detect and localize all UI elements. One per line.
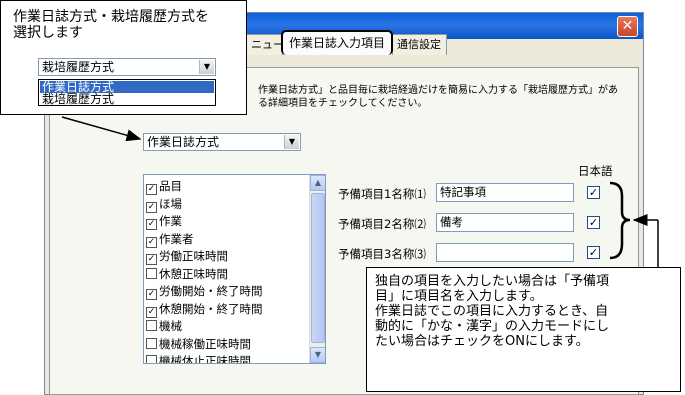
arrow-to-method-select <box>61 116 142 142</box>
annotation-arrows <box>61 116 659 267</box>
brace-icon <box>609 181 631 260</box>
